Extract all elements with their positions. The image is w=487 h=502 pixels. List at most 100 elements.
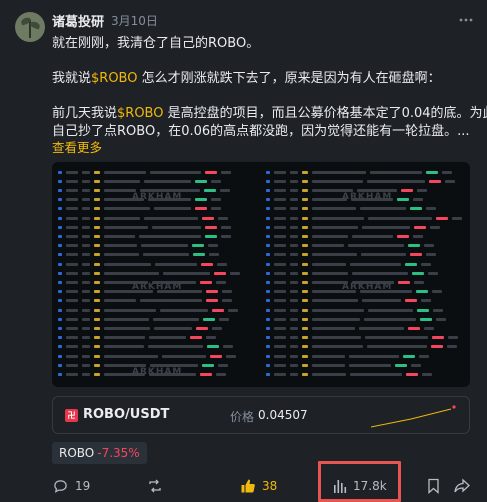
- table-row: [266, 299, 432, 303]
- cashtag-robo[interactable]: $ROBO: [91, 71, 137, 86]
- table-cell: [104, 170, 147, 174]
- table-cell: [407, 326, 420, 330]
- see-more-link[interactable]: 查看更多: [52, 137, 102, 156]
- table-cell: [82, 336, 90, 340]
- table-cell: [58, 225, 62, 229]
- table-cell: [402, 354, 415, 358]
- table-cell: [290, 262, 298, 266]
- table-row: [58, 170, 232, 174]
- table-row: [266, 262, 431, 266]
- share-button[interactable]: [454, 476, 470, 496]
- table-cell: [274, 336, 286, 340]
- table-cell: [266, 253, 270, 257]
- table-cell: [94, 308, 100, 312]
- coin-change: -7.35%: [97, 446, 140, 460]
- trading-pair-card[interactable]: 卍 ROBO/USDT 价格 0.04507: [52, 396, 470, 434]
- cashtag-robo[interactable]: $ROBO: [117, 106, 163, 121]
- table-cell: [266, 271, 270, 275]
- table-cell: [148, 345, 203, 349]
- table-cell: [82, 170, 90, 174]
- watermark: ARKHAM: [132, 367, 183, 377]
- table-cell: [58, 326, 62, 330]
- table-row: [58, 244, 219, 248]
- table-cell: [312, 317, 360, 321]
- table-cell: [312, 308, 365, 312]
- table-cell: [274, 198, 286, 202]
- table-cell: [290, 308, 298, 312]
- table-row: [266, 253, 436, 257]
- table-row: [266, 372, 433, 376]
- table-cell: [266, 234, 270, 238]
- repost-button[interactable]: [147, 476, 163, 496]
- table-cell: [290, 326, 298, 330]
- table-cell: [422, 372, 433, 376]
- table-cell: [430, 225, 441, 229]
- post-image[interactable]: ARKHAM ARKHAM ARKHAM ARKHAM ARKHAM: [52, 162, 470, 387]
- table-cell: [212, 308, 225, 312]
- table-cell: [349, 354, 399, 358]
- table-cell: [222, 345, 233, 349]
- coin-symbol: ROBO: [59, 446, 95, 460]
- table-cell: [290, 299, 298, 303]
- table-cell: [397, 280, 410, 284]
- author-name[interactable]: 诸葛投研: [52, 11, 104, 30]
- table-cell: [58, 345, 62, 349]
- table-cell: [141, 244, 189, 248]
- table-cell: [58, 271, 62, 275]
- table-cell: [66, 363, 78, 367]
- table-row: [266, 345, 457, 349]
- like-button[interactable]: 38: [240, 476, 277, 496]
- table-row: [58, 317, 230, 321]
- table-cell: [66, 234, 78, 238]
- comment-button[interactable]: 19: [53, 476, 90, 496]
- text: 前几天我说: [52, 106, 118, 121]
- table-cell: [266, 290, 270, 294]
- thumbs-up-icon: [241, 479, 255, 493]
- table-cell: [82, 216, 90, 220]
- table-cell: [290, 280, 298, 284]
- table-cell: [414, 225, 427, 229]
- table-cell: [348, 244, 405, 248]
- table-cell: [66, 216, 78, 220]
- table-cell: [193, 253, 206, 257]
- table-cell: [274, 354, 286, 358]
- table-cell: [104, 336, 146, 340]
- table-cell: [82, 271, 90, 275]
- table-cell: [302, 280, 308, 284]
- table-cell: [363, 317, 417, 321]
- table-cell: [348, 363, 392, 367]
- table-cell: [290, 363, 298, 367]
- table-cell: [290, 179, 298, 183]
- table-cell: [446, 345, 457, 349]
- table-cell: [312, 326, 356, 330]
- table-cell: [420, 317, 433, 321]
- table-cell: [290, 198, 298, 202]
- table-cell: [94, 198, 100, 202]
- table-cell: [209, 354, 222, 358]
- table-cell: [302, 253, 308, 257]
- table-cell: [397, 234, 410, 238]
- table-cell: [58, 179, 62, 183]
- table-cell: [290, 170, 298, 174]
- coin-tag[interactable]: ROBO -7.35%: [52, 442, 147, 464]
- table-cell: [58, 170, 62, 174]
- table-cell: [266, 363, 270, 367]
- table-cell: [82, 345, 90, 349]
- share-icon: [454, 478, 470, 493]
- table-cell: [58, 216, 62, 220]
- author-avatar[interactable]: [15, 12, 45, 42]
- table-cell: [205, 299, 218, 303]
- table-cell: [274, 299, 286, 303]
- table-cell: [274, 188, 286, 192]
- more-options-icon[interactable]: [459, 10, 473, 26]
- table-cell: [360, 253, 406, 257]
- table-cell: [417, 188, 428, 192]
- table-cell: [152, 225, 201, 229]
- bookmark-button[interactable]: [427, 476, 440, 496]
- table-cell: [274, 262, 286, 266]
- table-cell: [266, 207, 270, 211]
- table-cell: [194, 198, 207, 202]
- table-cell: [421, 299, 432, 303]
- table-cell: [274, 216, 286, 220]
- table-row: [266, 363, 422, 367]
